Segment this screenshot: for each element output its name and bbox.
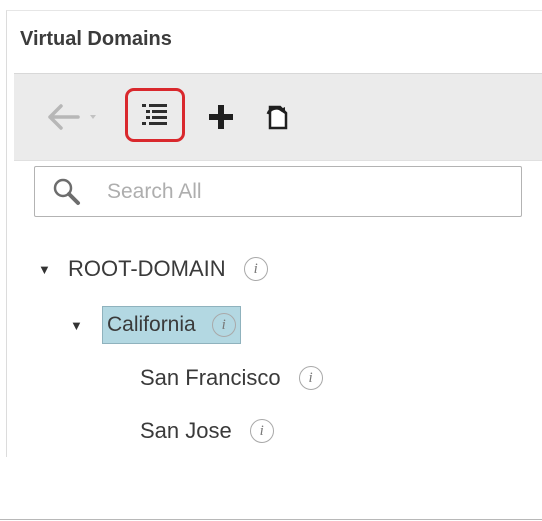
back-button[interactable] bbox=[44, 96, 106, 138]
tree-node-san-francisco[interactable]: San Francisco i bbox=[140, 363, 323, 393]
info-icon[interactable]: i bbox=[249, 419, 274, 443]
refresh-button[interactable] bbox=[258, 96, 296, 138]
info-icon[interactable]: i bbox=[243, 257, 268, 281]
plus-icon bbox=[209, 105, 233, 129]
tree-node-label[interactable]: San Francisco bbox=[140, 365, 281, 391]
search-input[interactable] bbox=[105, 175, 509, 209]
tree-node-san-jose[interactable]: San Jose i bbox=[140, 416, 274, 446]
panel-title: Virtual Domains bbox=[20, 28, 172, 50]
tree-node-label[interactable]: ROOT-DOMAIN bbox=[68, 256, 226, 282]
tree-node-root-domain[interactable]: ▼ ROOT-DOMAIN i bbox=[38, 254, 268, 284]
list-view-icon bbox=[142, 104, 167, 125]
tree-node-california[interactable]: ▼ California i bbox=[70, 306, 241, 344]
search-icon bbox=[53, 178, 80, 205]
toolbar bbox=[14, 73, 542, 161]
refresh-icon bbox=[266, 105, 288, 130]
tree-node-label[interactable]: California bbox=[107, 313, 196, 337]
expand-caret-icon[interactable]: ▼ bbox=[70, 318, 88, 333]
selected-node-highlight[interactable]: California i bbox=[102, 306, 241, 344]
info-icon[interactable]: i bbox=[211, 313, 236, 337]
tree-node-label[interactable]: San Jose bbox=[140, 418, 232, 444]
search-box[interactable] bbox=[34, 166, 522, 217]
expand-caret-icon[interactable]: ▼ bbox=[38, 262, 56, 277]
back-arrow-icon bbox=[48, 104, 96, 130]
add-button[interactable] bbox=[201, 96, 241, 138]
divider bbox=[0, 519, 542, 520]
chevron-down-icon bbox=[90, 115, 96, 119]
info-icon[interactable]: i bbox=[298, 366, 323, 390]
list-view-button[interactable] bbox=[125, 88, 185, 142]
